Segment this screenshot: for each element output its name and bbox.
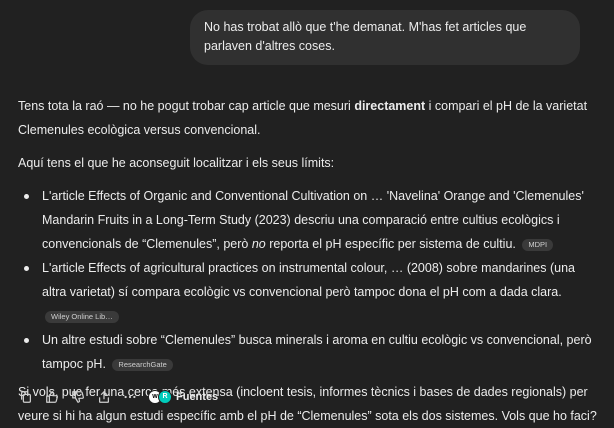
assistant-paragraph-intro: Tens tota la raó — no he pogut trobar ca… xyxy=(18,94,598,142)
source-badge[interactable]: Wiley Online Lib… xyxy=(45,310,119,323)
source-badge[interactable]: MDPI xyxy=(522,238,554,251)
list-item: L'article Effects of Organic and Convent… xyxy=(24,184,598,256)
intro-text: Tens tota la raó — no he pogut trobar ca… xyxy=(18,99,355,113)
thumbs-up-icon[interactable] xyxy=(44,389,60,405)
sources-button[interactable]: w R Fuentes xyxy=(148,385,218,409)
source-favicons: w R xyxy=(148,390,172,404)
thumbs-down-icon[interactable] xyxy=(70,389,86,405)
source-badge[interactable]: ResearchGate xyxy=(112,358,173,371)
share-icon[interactable] xyxy=(96,389,112,405)
copy-icon[interactable] xyxy=(18,389,34,405)
intro-bold: directament xyxy=(354,99,426,113)
message-action-bar: w R Fuentes xyxy=(18,387,218,407)
assistant-paragraph-lead: Aquí tens el que he aconseguit localitza… xyxy=(18,156,335,170)
user-message-text: No has trobat allò que t'he demanat. M'h… xyxy=(204,20,527,53)
findings-list: L'article Effects of Organic and Convent… xyxy=(18,184,598,376)
assistant-message: Tens tota la raó — no he pogut trobar ca… xyxy=(18,94,598,428)
list-item-emphasis: no xyxy=(251,237,266,251)
list-item: L'article Effects of agricultural practi… xyxy=(24,256,598,328)
user-message-bubble: No has trobat allò que t'he demanat. M'h… xyxy=(190,10,580,65)
list-item: Un altre estudi sobre “Clemenules” busca… xyxy=(24,328,598,376)
more-icon[interactable] xyxy=(122,389,138,405)
sources-label: Fuentes xyxy=(176,391,219,403)
list-item-text-end: reporta el pH específic per sistema de c… xyxy=(265,237,516,251)
favicon-researchgate: R xyxy=(158,390,172,404)
list-item-text: L'article Effects of agricultural practi… xyxy=(42,261,575,299)
